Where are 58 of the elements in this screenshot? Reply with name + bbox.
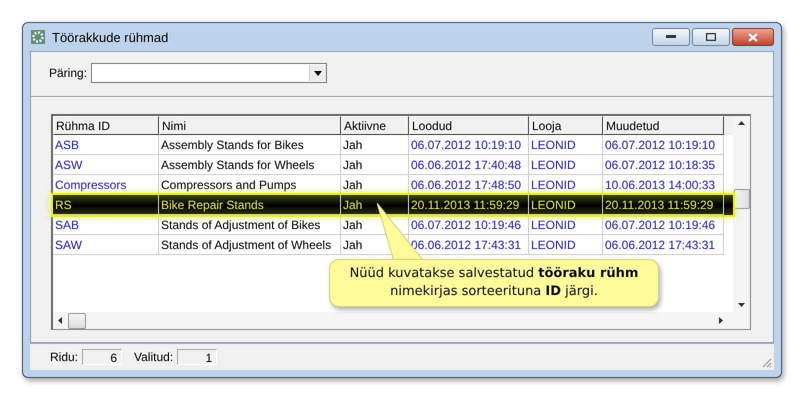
table-cell: Bike Repair Stands	[159, 195, 341, 215]
maximize-button[interactable]	[692, 28, 730, 46]
column-header[interactable]: Loodud	[409, 116, 529, 135]
table-row[interactable]: ASW Assembly Stands for Wheels Jah 06.06.2012 17:40:48 LEONID 06.07.2012 10:18:35	[53, 155, 733, 175]
table-cell: 06.07.2012 10:19:46	[603, 215, 724, 235]
column-header[interactable]: Aktiivne	[341, 116, 409, 135]
table-cell: 06.06.2012 17:40:48	[409, 155, 529, 175]
table-cell: Assembly Stands for Wheels	[159, 155, 341, 175]
scroll-left-icon[interactable]	[58, 317, 62, 324]
scroll-right-icon[interactable]	[719, 317, 723, 324]
table-row[interactable]: ASB Assembly Stands for Bikes Jah 06.07.2012 10:19:10 LEONID 06.07.2012 10:19:10	[53, 135, 733, 155]
table-cell: 06.07.2012 10:18:35	[603, 155, 724, 175]
table-cell: ASB	[53, 135, 159, 155]
query-label: Päring:	[49, 66, 88, 80]
table-cell: 06.07.2012 10:19:46	[409, 215, 529, 235]
scroll-down-icon[interactable]	[738, 303, 745, 307]
close-button[interactable]	[732, 28, 774, 46]
table-cell: 06.07.2012 10:19:10	[603, 135, 724, 155]
status-value: 6	[82, 349, 122, 365]
status-value: 1	[177, 349, 218, 365]
table-cell: Assembly Stands for Bikes	[159, 135, 341, 155]
column-header[interactable]: Muudetud	[603, 116, 724, 135]
table-cell: SAW	[53, 235, 159, 255]
table-cell: 06.06.2012 17:43:31	[603, 235, 724, 255]
table-cell: 20.11.2013 11:59:29	[409, 195, 529, 215]
minimize-icon	[666, 35, 676, 39]
table-row[interactable]: RS Bike Repair Stands Jah 20.11.2013 11:59:29 LEONID 20.11.2013 11:59:29	[53, 195, 733, 215]
gear-icon	[30, 29, 46, 45]
table-cell: SAB	[53, 215, 159, 235]
table-cell: LEONID	[529, 215, 603, 235]
minimize-button[interactable]	[652, 28, 690, 46]
scroll-thumb[interactable]	[734, 189, 750, 209]
table-cell: LEONID	[529, 195, 603, 215]
column-header[interactable]: Rühma ID	[53, 116, 159, 135]
table-cell: 06.07.2012 10:19:10	[409, 135, 529, 155]
close-icon	[748, 32, 758, 42]
table-cell: LEONID	[529, 135, 603, 155]
scroll-thumb[interactable]	[68, 312, 86, 328]
table-cell: LEONID	[529, 235, 603, 255]
table-cell: Stands of Adjustment of Bikes	[159, 215, 341, 235]
window-title: Töörakkude rühmad	[52, 30, 168, 44]
column-header[interactable]: Looja	[529, 116, 603, 135]
table-cell: Jah	[341, 155, 409, 175]
status-label: Valitud:	[134, 350, 174, 364]
query-dropdown[interactable]	[91, 63, 328, 83]
table-cell: Stands of Adjustment of Wheels	[159, 235, 341, 255]
table-cell: ASW	[53, 155, 159, 175]
table-cell: LEONID	[529, 155, 603, 175]
status-label: Ridu:	[50, 350, 78, 364]
scroll-up-icon[interactable]	[738, 121, 745, 125]
table-cell: Jah	[341, 135, 409, 155]
vertical-scrollbar[interactable]	[733, 116, 750, 312]
maximize-icon	[706, 33, 716, 41]
table-cell: 20.11.2013 11:59:29	[603, 195, 724, 215]
horizontal-scrollbar[interactable]	[53, 312, 750, 329]
column-header[interactable]: Nimi	[159, 116, 341, 135]
table-cell: RS	[53, 195, 159, 215]
resize-grip-icon[interactable]	[760, 356, 772, 368]
